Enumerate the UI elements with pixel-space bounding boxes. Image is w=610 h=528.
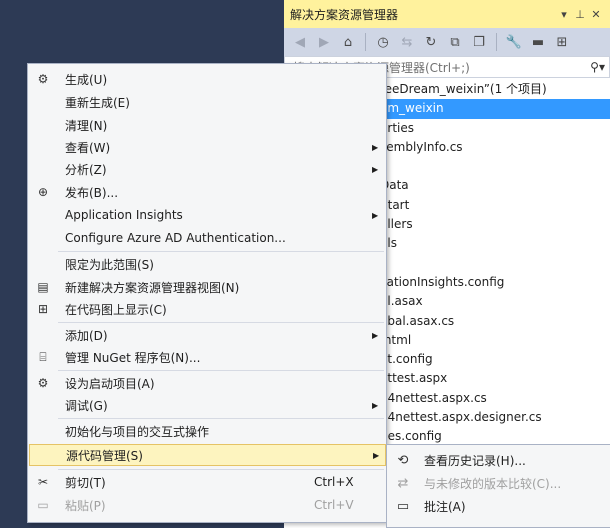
submenu-item-label: 查看历史记录(H)... <box>424 453 526 468</box>
submenu-item-label: 与未修改的版本比较(C)... <box>424 476 562 491</box>
search-icon[interactable]: ⚲ <box>590 60 599 74</box>
menu-item-label: 新建解决方案资源管理器视图(N) <box>65 280 240 295</box>
menu-item-label: Configure Azure AD Authentication... <box>65 231 286 245</box>
menu-item-debug[interactable]: 调试(G) ▶ <box>29 394 386 416</box>
properties-wrench-icon[interactable]: 🔧 <box>504 32 524 52</box>
submenu-arrow-icon: ▶ <box>372 142 379 152</box>
menu-item-label: Application Insights <box>65 208 183 222</box>
pending-changes-icon[interactable]: ◷ <box>373 32 393 52</box>
menu-item-interactive-init[interactable]: 初始化与项目的交互式操作 <box>29 420 386 442</box>
menu-item-label: 调试(G) <box>65 398 108 413</box>
explorer-toolbar: ◀ ▶ ⌂ ◷ ⇆ ↻ ⧉ ❐ 🔧 ▬ ⊞ <box>284 28 610 56</box>
menu-item-label: 清理(N) <box>65 118 108 133</box>
menu-item-label: 查看(W) <box>65 140 111 155</box>
menu-item-label: 分析(Z) <box>65 162 107 177</box>
menu-item-label: 剪切(T) <box>65 475 106 490</box>
new-view-icon: ▤ <box>37 280 49 294</box>
menu-item-label: 源代码管理(S) <box>66 448 143 463</box>
menu-separator <box>58 251 384 252</box>
nuget-icon: ⌸ <box>39 349 47 364</box>
menu-item-analyze[interactable]: 分析(Z) ▶ <box>29 158 386 180</box>
menu-item-cut[interactable]: ✂ 剪切(T) Ctrl+X <box>29 471 386 493</box>
menu-item-set-startup-project[interactable]: ⚙ 设为启动项目(A) <box>29 372 386 394</box>
menu-item-build[interactable]: ⚙ 生成(U) <box>29 68 386 90</box>
refresh-icon[interactable]: ↻ <box>421 32 441 52</box>
toolbar-divider <box>365 33 366 51</box>
dropdown-arrow-icon[interactable]: ▾ <box>599 60 605 74</box>
cut-icon: ✂ <box>37 475 49 489</box>
menu-item-new-explorer-view[interactable]: ▤ 新建解决方案资源管理器视图(N) <box>29 276 386 298</box>
toolbar-divider <box>496 33 497 51</box>
build-icon: ⚙ <box>37 72 49 86</box>
home-icon[interactable]: ⌂ <box>338 32 358 52</box>
back-icon[interactable]: ◀ <box>290 32 310 52</box>
menu-item-configure-azure-ad[interactable]: Configure Azure AD Authentication... <box>29 227 386 249</box>
menu-item-shortcut: Ctrl+V <box>314 498 354 512</box>
submenu-arrow-icon: ▶ <box>372 400 379 410</box>
code-map-icon: ⊞ <box>37 302 49 316</box>
menu-separator <box>58 469 384 470</box>
menu-item-label: 添加(D) <box>65 328 108 343</box>
collapse-all-icon[interactable]: ⧉ <box>445 32 465 52</box>
pin-icon[interactable]: ⊥ <box>572 8 588 21</box>
menu-item-source-control[interactable]: 源代码管理(S) ▶ <box>29 444 386 466</box>
menu-item-label: 在代码图上显示(C) <box>65 302 167 317</box>
source-control-submenu: ⟲ 查看历史记录(H)... ⇄ 与未修改的版本比较(C)... ▭ 批注(A) <box>386 444 610 528</box>
sync-icon[interactable]: ⇆ <box>397 32 417 52</box>
compare-icon: ⇄ <box>397 475 409 491</box>
menu-item-application-insights[interactable]: Application Insights ▶ <box>29 204 386 226</box>
annotate-icon: ▭ <box>396 498 410 514</box>
menu-item-shortcut: Ctrl+X <box>314 475 354 489</box>
submenu-arrow-icon: ▶ <box>372 164 379 174</box>
menu-item-label: 粘贴(P) <box>65 498 106 513</box>
menu-item-label: 限定为此范围(S) <box>65 257 154 272</box>
menu-item-label: 初始化与项目的交互式操作 <box>65 424 210 439</box>
globe-icon: ⊕ <box>37 185 49 199</box>
menu-item-label: 管理 NuGet 程序包(N)... <box>65 350 201 365</box>
menu-item-label: 设为启动项目(A) <box>65 376 155 391</box>
explorer-title: 解决方案资源管理器 <box>290 7 399 22</box>
paste-icon: ▭ <box>37 498 49 512</box>
submenu-item-label: 批注(A) <box>424 499 466 514</box>
gear-icon: ⚙ <box>37 376 49 390</box>
menu-item-show-on-code-map[interactable]: ⊞ 在代码图上显示(C) <box>29 298 386 320</box>
submenu-arrow-icon: ▶ <box>372 210 379 220</box>
submenu-arrow-icon: ▶ <box>372 330 379 340</box>
submenu-item-compare-unmodified[interactable]: ⇄ 与未修改的版本比较(C)... <box>388 472 610 494</box>
menu-item-view[interactable]: 查看(W) ▶ <box>29 136 386 158</box>
preview-icon[interactable]: ▬ <box>528 32 548 52</box>
menu-item-rebuild[interactable]: 重新生成(E) <box>29 91 386 113</box>
submenu-item-annotate[interactable]: ▭ 批注(A) <box>388 495 610 517</box>
menu-item-paste[interactable]: ▭ 粘贴(P) Ctrl+V <box>29 494 386 516</box>
forward-icon[interactable]: ▶ <box>314 32 334 52</box>
menu-item-label: 重新生成(E) <box>65 95 130 110</box>
close-icon[interactable]: ✕ <box>588 8 604 21</box>
submenu-arrow-icon: ▶ <box>373 450 380 460</box>
project-context-menu: ⚙ 生成(U) 重新生成(E) 清理(N) 查看(W) ▶ 分析(Z) ▶ ⊕ … <box>27 63 387 523</box>
menu-separator <box>58 418 384 419</box>
history-icon: ⟲ <box>397 452 409 468</box>
menu-item-add[interactable]: 添加(D) ▶ <box>29 324 386 346</box>
menu-item-clean[interactable]: 清理(N) <box>29 114 386 136</box>
submenu-item-view-history[interactable]: ⟲ 查看历史记录(H)... <box>388 449 610 471</box>
menu-separator <box>58 322 384 323</box>
menu-item-publish[interactable]: ⊕ 发布(B)... <box>29 181 386 203</box>
copy-icon[interactable]: ❐ <box>469 32 489 52</box>
menu-separator <box>58 370 384 371</box>
menu-item-label: 生成(U) <box>65 72 108 87</box>
dropdown-arrow-icon[interactable]: ▾ <box>556 8 572 21</box>
menu-item-manage-nuget[interactable]: ⌸ 管理 NuGet 程序包(N)... <box>29 346 386 368</box>
class-view-icon[interactable]: ⊞ <box>552 32 572 52</box>
explorer-title-bar: 解决方案资源管理器 ▾ ⊥ ✕ <box>284 0 610 28</box>
menu-item-label: 发布(B)... <box>65 185 119 200</box>
menu-item-scope-to-this[interactable]: 限定为此范围(S) <box>29 253 386 275</box>
